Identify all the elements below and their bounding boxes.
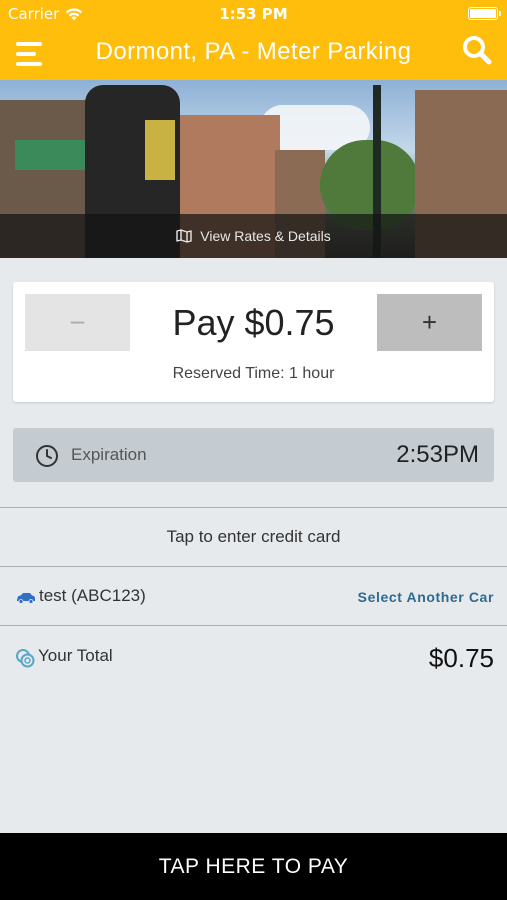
- coins-icon: [16, 649, 35, 668]
- pay-amount: Pay $0.75: [172, 302, 335, 343]
- decrease-time-button[interactable]: −: [25, 294, 130, 351]
- credit-card-row[interactable]: Tap to enter credit card: [0, 507, 507, 565]
- battery-icon: [468, 7, 501, 20]
- tap-to-pay-button[interactable]: TAP HERE TO PAY: [0, 833, 507, 900]
- search-icon[interactable]: [461, 34, 493, 66]
- expiration-label: Expiration: [71, 445, 147, 464]
- car-row: test (ABC123) Select Another Car: [0, 566, 507, 624]
- hamburger-menu-icon: [16, 42, 42, 46]
- page-title: Dormont, PA - Meter Parking: [95, 38, 412, 65]
- total-row: Your Total $0.75: [0, 625, 507, 685]
- car-name: test (ABC123): [39, 586, 146, 605]
- car-icon: [17, 593, 35, 604]
- navbar: Dormont, PA - Meter Parking: [0, 28, 507, 80]
- map-icon: [176, 229, 192, 243]
- clock-icon: [36, 445, 58, 467]
- app-header: Carrier 1:53 PM Dormont, PA - Meter Park…: [0, 0, 507, 80]
- total-value: $0.75: [428, 643, 494, 673]
- tap-to-pay-label: TAP HERE TO PAY: [158, 854, 349, 878]
- status-time: 1:53 PM: [219, 5, 288, 23]
- select-another-car-link[interactable]: Select Another Car: [358, 589, 494, 605]
- expiration-time: 2:53PM: [396, 441, 479, 468]
- status-bar: Carrier 1:53 PM: [0, 0, 507, 28]
- credit-card-label: Tap to enter credit card: [166, 526, 341, 546]
- view-rates-button[interactable]: View Rates & Details: [0, 214, 507, 258]
- menu-button[interactable]: [16, 42, 42, 66]
- total-label: Your Total: [38, 646, 113, 665]
- reserved-time: Reserved Time: 1 hour: [172, 365, 335, 382]
- location-photo: View Rates & Details: [0, 80, 507, 258]
- view-rates-label: View Rates & Details: [200, 228, 331, 244]
- pay-card: − Pay $0.75 + Reserved Time: 1 hour: [13, 282, 494, 402]
- expiration-bar: Expiration 2:53PM: [13, 428, 494, 482]
- increase-time-button[interactable]: +: [377, 294, 482, 351]
